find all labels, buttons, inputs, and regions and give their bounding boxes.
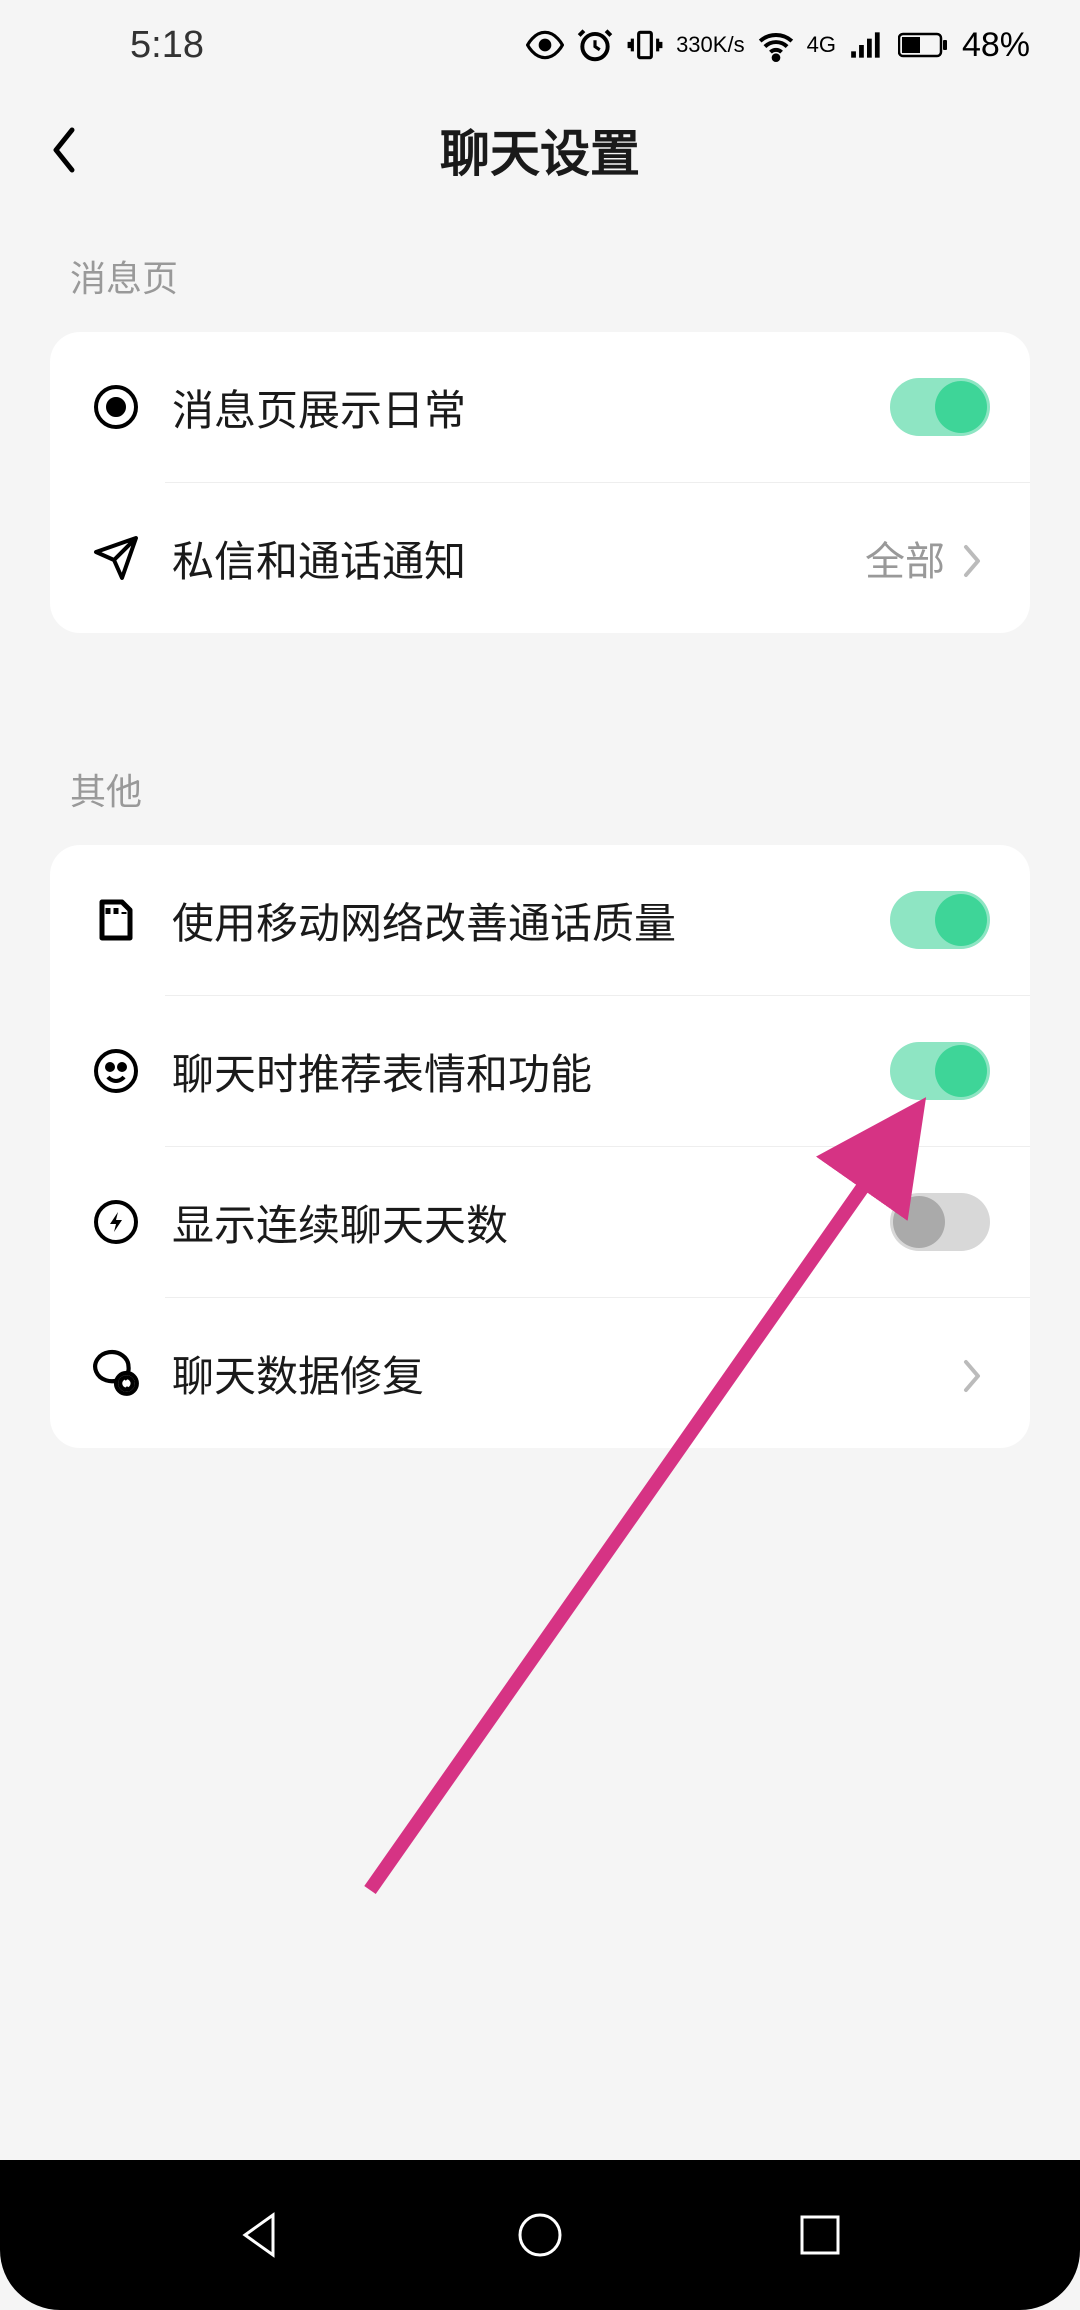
row-dm-notifications[interactable]: 私信和通话通知 全部 bbox=[50, 483, 1030, 633]
chevron-right-icon bbox=[960, 1358, 990, 1388]
bolt-circle-icon bbox=[90, 1196, 142, 1248]
section-label-other: 其他 bbox=[0, 633, 1080, 845]
battery-icon bbox=[898, 30, 950, 60]
network-speed: 330 K/s bbox=[676, 34, 745, 56]
page-title: 聊天设置 bbox=[440, 114, 640, 186]
status-icons: 330 K/s 4G 48% bbox=[526, 26, 1030, 65]
chat-repair-icon bbox=[90, 1347, 142, 1399]
row-daily-display[interactable]: 消息页展示日常 bbox=[50, 332, 1030, 482]
card-other: 使用移动网络改善通话质量 聊天时推荐表情和功能 显示连续聊天天数 bbox=[50, 845, 1030, 1448]
battery-percent: 48% bbox=[962, 26, 1030, 65]
section-label-messages: 消息页 bbox=[0, 200, 1080, 332]
toggle-emoji-suggest[interactable] bbox=[890, 1042, 990, 1100]
eye-icon bbox=[526, 26, 564, 64]
row-label: 使用移动网络改善通话质量 bbox=[172, 890, 890, 951]
header: 聊天设置 bbox=[0, 100, 1080, 200]
alarm-icon bbox=[576, 26, 614, 64]
row-label: 消息页展示日常 bbox=[172, 377, 890, 438]
row-label: 聊天时推荐表情和功能 bbox=[172, 1041, 890, 1102]
row-mobile-quality[interactable]: 使用移动网络改善通话质量 bbox=[50, 845, 1030, 995]
toggle-mobile-quality[interactable] bbox=[890, 891, 990, 949]
row-value: 全部 bbox=[865, 529, 945, 587]
row-label: 聊天数据修复 bbox=[172, 1343, 960, 1404]
nav-recent-button[interactable] bbox=[790, 2205, 850, 2265]
row-data-repair[interactable]: 聊天数据修复 bbox=[50, 1298, 1030, 1448]
chevron-right-icon bbox=[960, 543, 990, 573]
signal-icon bbox=[848, 26, 886, 64]
send-icon bbox=[90, 532, 142, 584]
smiley-icon bbox=[90, 1045, 142, 1097]
navigation-bar bbox=[0, 2160, 1080, 2310]
row-label: 私信和通话通知 bbox=[172, 528, 865, 589]
sim-icon bbox=[90, 894, 142, 946]
toggle-streak-days[interactable] bbox=[890, 1193, 990, 1251]
row-emoji-suggest[interactable]: 聊天时推荐表情和功能 bbox=[50, 996, 1030, 1146]
toggle-daily-display[interactable] bbox=[890, 378, 990, 436]
nav-home-button[interactable] bbox=[510, 2205, 570, 2265]
row-label: 显示连续聊天天数 bbox=[172, 1192, 890, 1253]
status-time: 5:18 bbox=[130, 24, 204, 67]
heart-circle-icon bbox=[90, 381, 142, 433]
row-streak-days[interactable]: 显示连续聊天天数 bbox=[50, 1147, 1030, 1297]
nav-back-button[interactable] bbox=[230, 2205, 290, 2265]
network-type: 4G bbox=[807, 34, 836, 56]
status-bar: 5:18 330 K/s 4G bbox=[0, 0, 1080, 90]
card-messages: 消息页展示日常 私信和通话通知 全部 bbox=[50, 332, 1030, 633]
back-button[interactable] bbox=[40, 110, 90, 190]
vibrate-icon bbox=[626, 26, 664, 64]
wifi-icon bbox=[757, 26, 795, 64]
